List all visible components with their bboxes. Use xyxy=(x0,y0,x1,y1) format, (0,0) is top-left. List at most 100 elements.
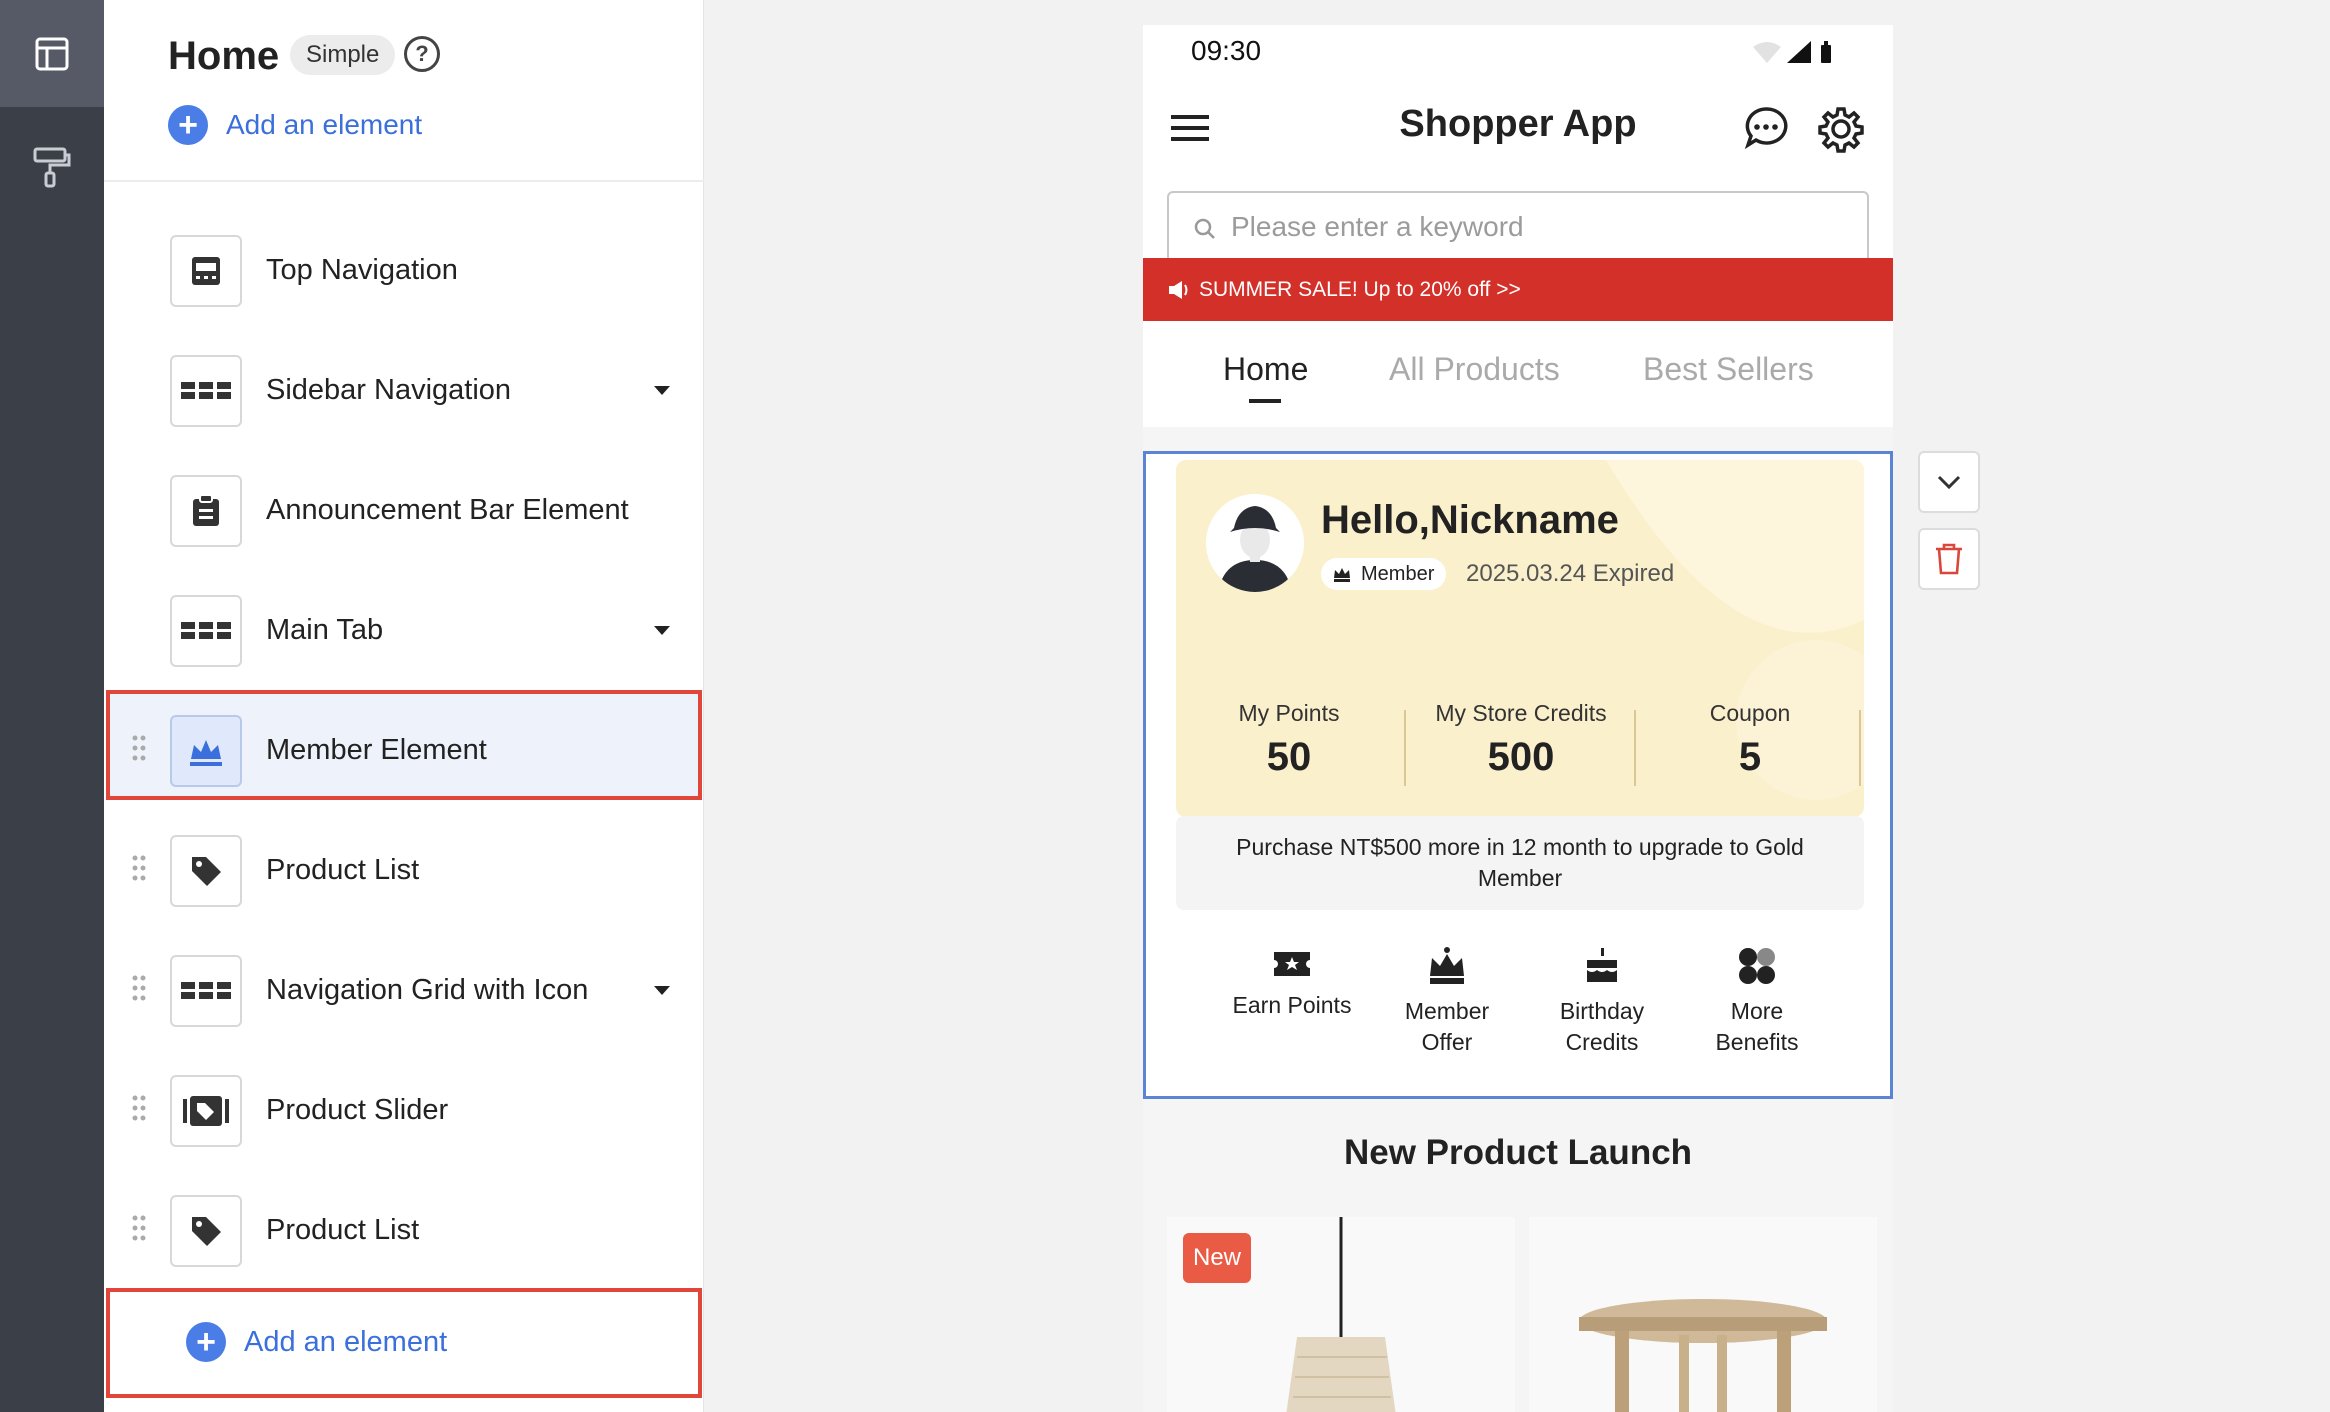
element-row-sidebar-navigation[interactable]: Sidebar Navigation xyxy=(106,330,702,440)
add-element-button-top[interactable]: + Add an element xyxy=(168,105,422,145)
active-tab-indicator xyxy=(1249,399,1281,403)
expand-caret-icon[interactable] xyxy=(654,386,670,395)
new-badge: New xyxy=(1183,1233,1252,1283)
grid-bars-icon xyxy=(170,595,242,667)
expand-caret-icon[interactable] xyxy=(654,986,670,995)
megaphone-icon xyxy=(1169,281,1188,299)
cake-icon xyxy=(1587,948,1617,982)
search-icon xyxy=(1194,218,1215,239)
element-label: Product Slider xyxy=(266,1094,449,1126)
benefit-label-line1: More xyxy=(1730,998,1784,1024)
benefit-label-line1: Earn Points xyxy=(1232,992,1352,1018)
element-row-announcement-bar[interactable]: Announcement Bar Element xyxy=(106,450,702,560)
chevron-down-icon xyxy=(1937,475,1961,489)
element-label: Top Navigation xyxy=(266,254,458,286)
stat-store-credits[interactable]: My Store Credits 500 xyxy=(1406,700,1636,780)
member-element[interactable]: Hello,Nickname Member 2025.03.24 Expired… xyxy=(1143,451,1893,1099)
benefit-label-line2: Credits xyxy=(1565,1029,1639,1055)
tag-icon xyxy=(170,835,242,907)
element-row-main-tab[interactable]: Main Tab xyxy=(106,570,702,680)
tab-home[interactable]: Home xyxy=(1223,351,1308,388)
add-element-button-bottom[interactable]: + Add an element xyxy=(106,1288,702,1398)
stat-value: 5 xyxy=(1738,735,1762,779)
drag-handle-icon[interactable] xyxy=(132,854,146,882)
element-row-product-list[interactable]: Product List xyxy=(106,810,702,920)
phone-preview: 09:30 Shopper App SUMMER SALE! Up to 20%… xyxy=(1143,25,1893,1412)
element-row-navigation-grid[interactable]: Navigation Grid with Icon xyxy=(106,930,702,1040)
grid-bars-icon xyxy=(170,955,242,1027)
member-card: Hello,Nickname Member 2025.03.24 Expired… xyxy=(1176,460,1864,817)
upgrade-text-line1: Purchase NT$500 more in 12 month to upgr… xyxy=(1236,834,1804,860)
benefit-birthday-credits[interactable]: Birthday Credits xyxy=(1524,946,1680,1058)
tag-icon xyxy=(170,1195,242,1267)
benefit-more-benefits[interactable]: More Benefits xyxy=(1679,946,1835,1058)
element-row-product-list-2[interactable]: Product List xyxy=(106,1170,702,1280)
search-box[interactable] xyxy=(1167,191,1869,263)
element-label: Navigation Grid with Icon xyxy=(266,974,589,1006)
stat-label: My Points xyxy=(1238,700,1340,726)
status-icons xyxy=(1753,41,1831,63)
element-row-top-navigation[interactable]: Top Navigation xyxy=(106,210,702,320)
crown-icon xyxy=(1430,947,1464,984)
collapse-chevron-button[interactable] xyxy=(1918,451,1980,513)
element-row-member-element[interactable]: Member Element xyxy=(106,690,702,800)
avatar xyxy=(1206,494,1304,592)
upgrade-text-line2: Member xyxy=(1477,865,1563,891)
help-icon[interactable]: ? xyxy=(404,36,440,72)
status-time: 09:30 xyxy=(1191,35,1262,66)
element-label: Product List xyxy=(266,1214,420,1246)
top-nav-icon xyxy=(170,235,242,307)
main-tabs: Home All Products Best Sellers xyxy=(1143,321,1893,427)
benefit-label-line1: Birthday xyxy=(1559,998,1645,1024)
stat-label: My Store Credits xyxy=(1435,700,1607,726)
delete-element-button[interactable] xyxy=(1918,528,1980,590)
tab-best-sellers[interactable]: Best Sellers xyxy=(1643,351,1814,388)
layout-icon[interactable] xyxy=(0,0,104,107)
chat-bubble-icon[interactable] xyxy=(1743,105,1789,156)
table-image xyxy=(1579,1299,1827,1412)
drag-handle-icon[interactable] xyxy=(132,1214,146,1242)
stat-value: 500 xyxy=(1487,735,1555,779)
member-greeting: Hello,Nickname xyxy=(1321,498,1619,542)
drag-handle-icon[interactable] xyxy=(132,734,146,762)
plus-circle-icon: + xyxy=(168,105,208,145)
status-bar: 09:30 xyxy=(1143,25,1893,85)
tab-all-products[interactable]: All Products xyxy=(1389,351,1560,388)
element-label: Sidebar Navigation xyxy=(266,374,512,406)
stat-points[interactable]: My Points 50 xyxy=(1194,700,1384,780)
stat-coupon[interactable]: Coupon 5 xyxy=(1636,700,1864,780)
element-row-product-slider[interactable]: Product Slider xyxy=(106,1050,702,1160)
panel-header: Home Simple ? + Add an element xyxy=(104,0,704,182)
mode-badge[interactable]: Simple xyxy=(290,35,396,75)
product-card[interactable] xyxy=(1529,1217,1877,1412)
benefit-label-line2: Benefits xyxy=(1715,1029,1799,1055)
drag-handle-icon[interactable] xyxy=(132,1094,146,1122)
app-bar: Shopper App xyxy=(1143,85,1893,175)
gear-icon[interactable] xyxy=(1817,105,1865,158)
search-input[interactable] xyxy=(1231,207,1831,247)
ticket-star-icon xyxy=(1274,952,1310,976)
slider-icon xyxy=(170,1075,242,1147)
add-element-label: Add an element xyxy=(226,109,423,140)
paint-roller-icon[interactable] xyxy=(0,113,104,220)
expand-caret-icon[interactable] xyxy=(654,626,670,635)
element-label: Member Element xyxy=(266,734,487,766)
announcement-text: SUMMER SALE! Up to 20% off >> xyxy=(1199,278,1521,301)
left-rail xyxy=(0,0,104,1412)
benefit-member-offer[interactable]: Member Offer xyxy=(1369,946,1525,1058)
plus-circle-icon: + xyxy=(186,1322,226,1362)
benefit-label-line1: Member xyxy=(1404,998,1490,1024)
clover-icon xyxy=(1739,948,1775,984)
crown-icon xyxy=(1334,568,1350,582)
section-title: New Product Launch xyxy=(1343,1133,1693,1172)
member-tier-badge: Member xyxy=(1321,558,1447,590)
drag-handle-icon[interactable] xyxy=(132,974,146,1002)
announcement-bar[interactable]: SUMMER SALE! Up to 20% off >> xyxy=(1143,258,1893,321)
grid-bars-icon xyxy=(170,355,242,427)
element-label: Announcement Bar Element xyxy=(266,494,629,526)
member-tier-label: Member xyxy=(1361,563,1435,585)
crown-icon xyxy=(170,715,242,787)
upgrade-notice: Purchase NT$500 more in 12 month to upgr… xyxy=(1176,816,1864,910)
stat-value: 50 xyxy=(1266,735,1312,779)
benefit-earn-points[interactable]: Earn Points xyxy=(1214,946,1370,1021)
